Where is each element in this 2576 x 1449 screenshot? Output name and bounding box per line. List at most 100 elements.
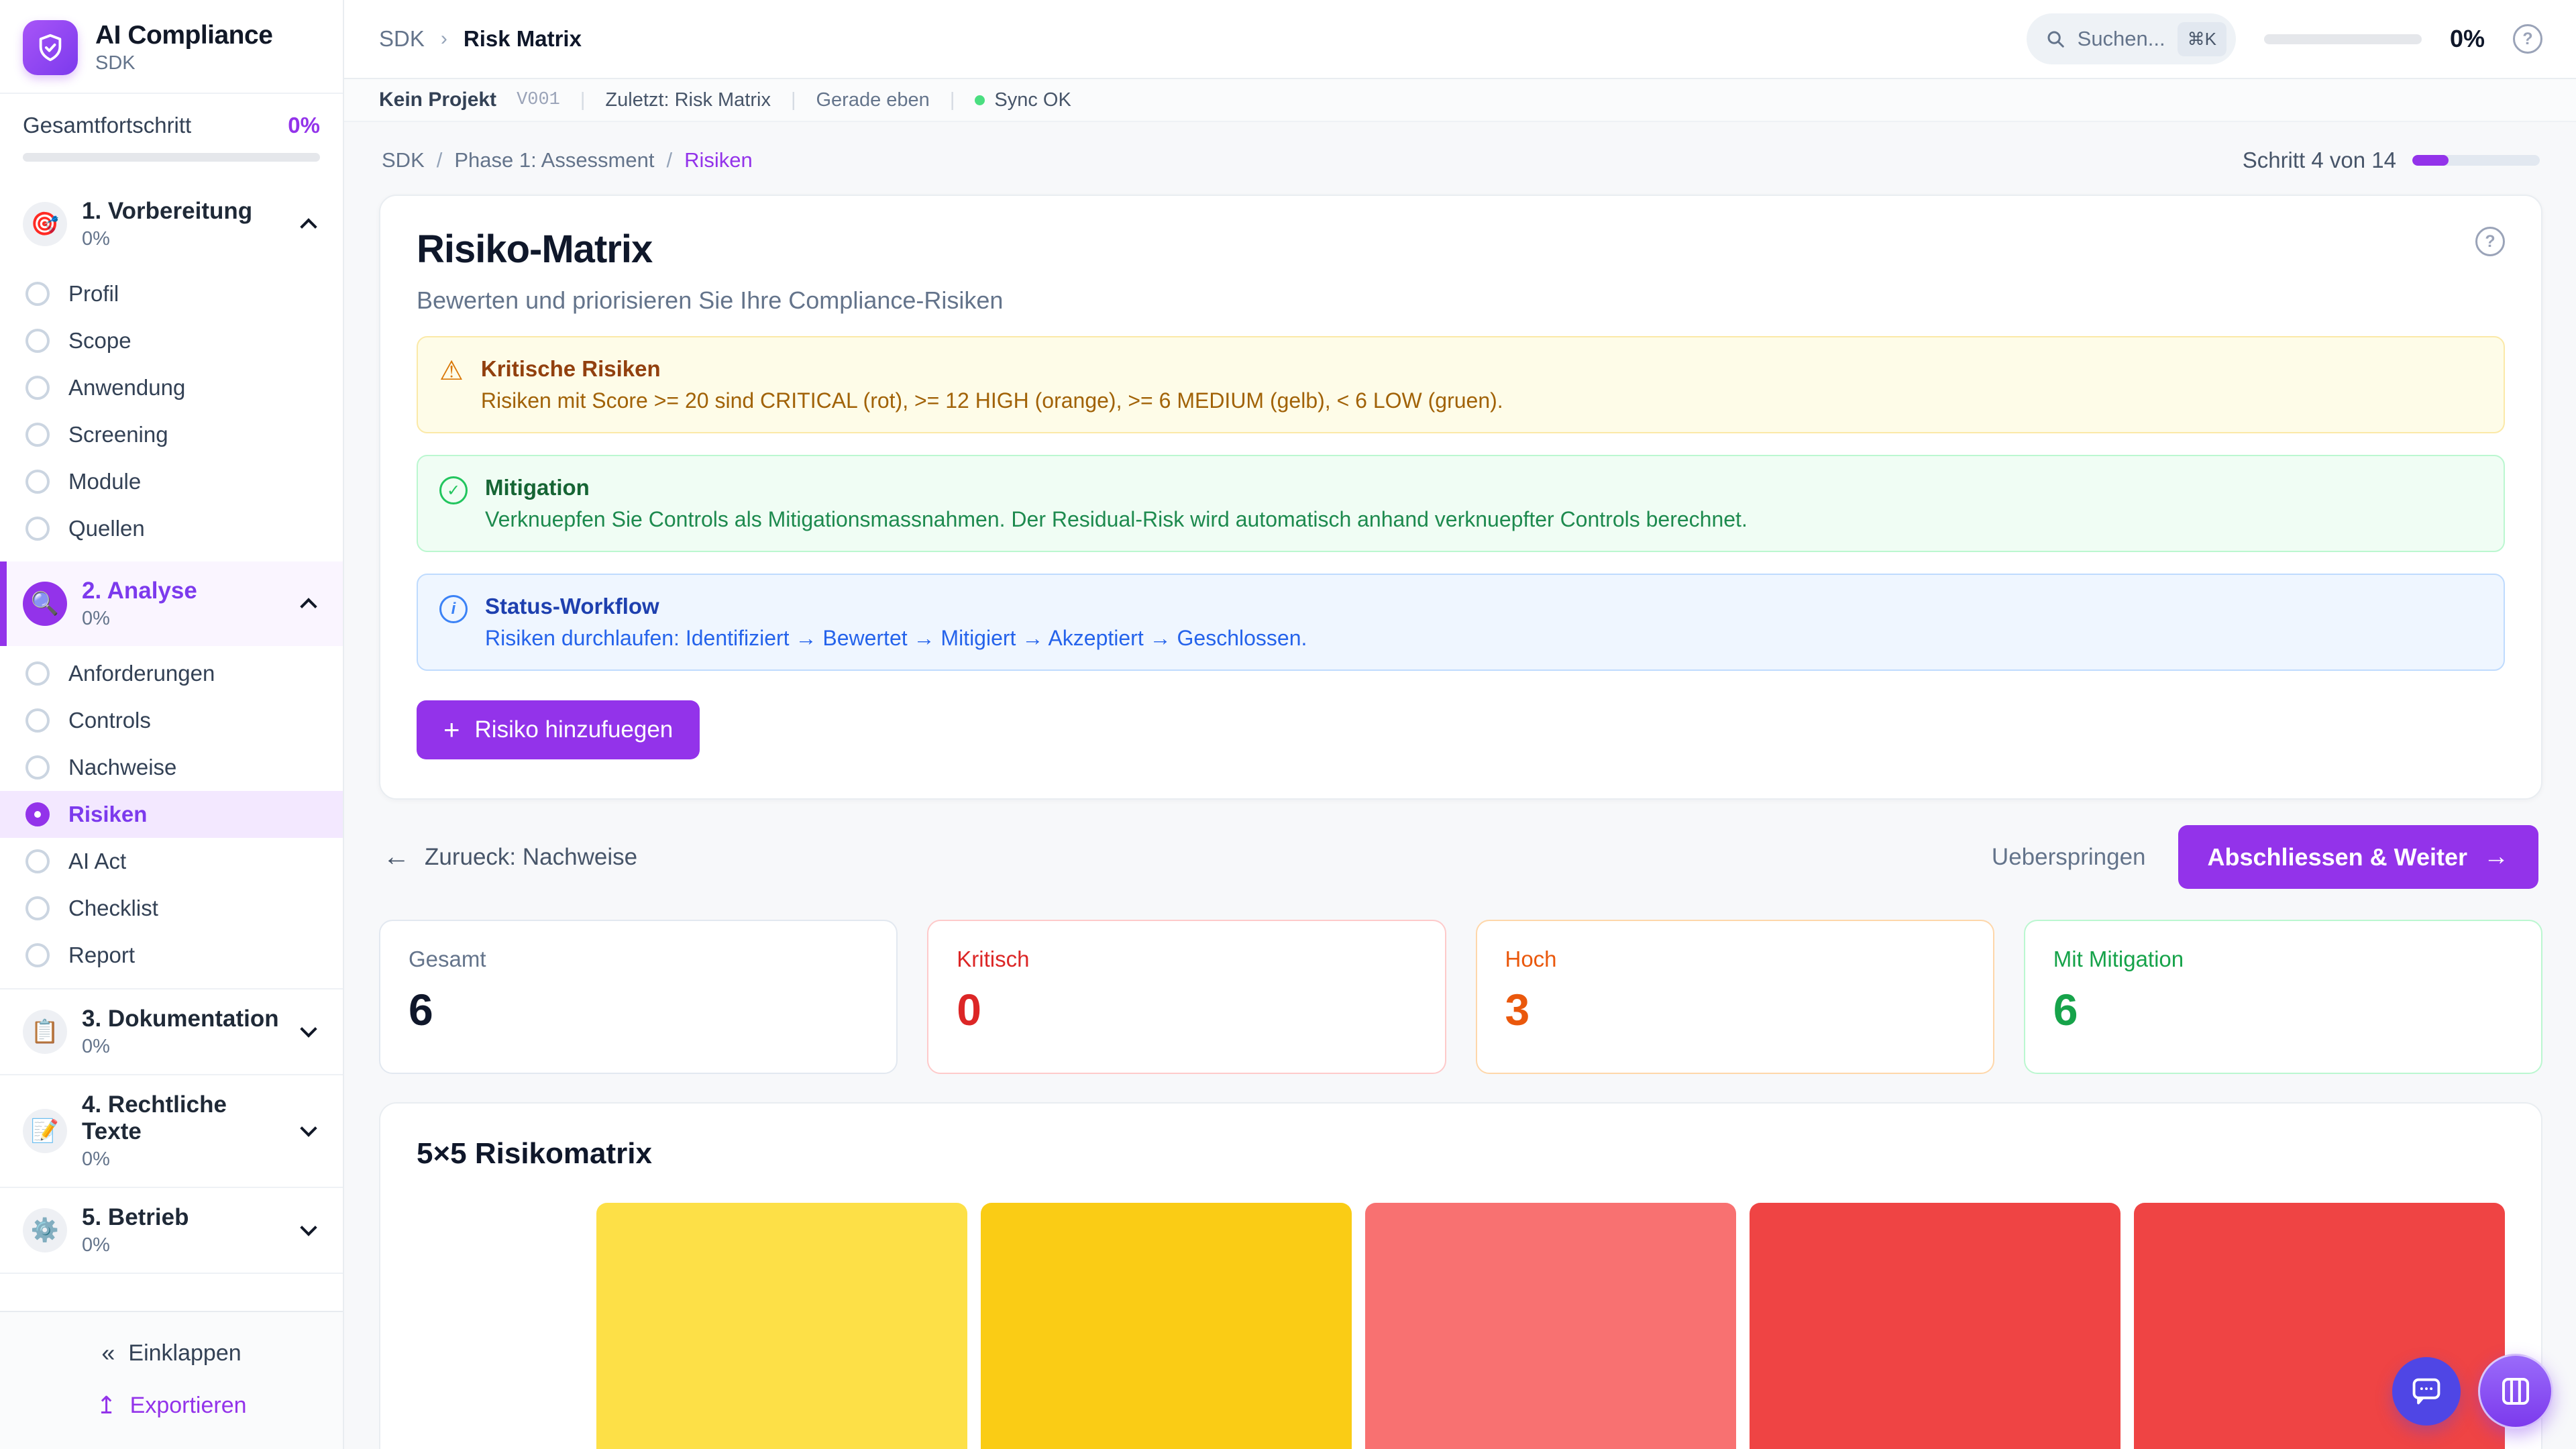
chevron-down-icon[interactable]	[300, 1120, 317, 1136]
statusbar: Kein Projekt V001 | Zuletzt: Risk Matrix…	[344, 79, 2576, 122]
export-button[interactable]: ↥ Exportieren	[96, 1391, 246, 1419]
section-pct: 0%	[82, 228, 288, 250]
stat-label: Kritisch	[957, 947, 1416, 972]
divider: |	[791, 89, 796, 111]
sidebar-item-controls[interactable]: Controls	[0, 697, 343, 744]
sidebar-item-label: AI Act	[68, 849, 126, 874]
sidebar-item-anforderungen[interactable]: Anforderungen	[0, 650, 343, 697]
slash-sep: /	[437, 148, 443, 172]
page-crumb-sdk[interactable]: SDK	[382, 148, 425, 172]
app-logo-row: AI Compliance SDK	[0, 0, 343, 93]
sidebar-section-dokumentation: 📋 3. Dokumentation 0%	[0, 988, 343, 1074]
card-help-icon[interactable]: ?	[2475, 227, 2505, 256]
radio-selected-icon	[25, 802, 50, 826]
sidebar-item-label: Anforderungen	[68, 661, 215, 686]
back-label: Zurueck: Nachweise	[425, 844, 637, 871]
section-header-analyse[interactable]: 🔍 2. Analyse 0%	[0, 561, 343, 646]
stat-card-gesamt: Gesamt 6	[379, 920, 898, 1074]
last-step-text: Zuletzt: Risk Matrix	[605, 89, 771, 111]
add-risk-label: Risiko hinzufuegen	[475, 716, 674, 743]
chevron-down-icon[interactable]	[300, 1020, 317, 1037]
stat-card-mit-mitigation: Mit Mitigation 6	[2024, 920, 2542, 1074]
sidebar-item-risiken[interactable]: Risiken	[0, 791, 343, 838]
add-risk-button[interactable]: + Risiko hinzufuegen	[417, 700, 700, 759]
matrix-cell[interactable]	[981, 1203, 1352, 1449]
section-header-dokumentation[interactable]: 📋 3. Dokumentation 0%	[0, 989, 343, 1074]
overall-progress: Gesamtfortschritt 0%	[0, 93, 343, 179]
sidebar-item-scope[interactable]: Scope	[0, 317, 343, 364]
main-column: SDK › Risk Matrix Suchen... ⌘K 0% ?	[344, 0, 2576, 1449]
stat-card-hoch: Hoch 3	[1476, 920, 1994, 1074]
collapse-sidebar-button[interactable]: « Einklappen	[101, 1339, 241, 1367]
keyboard-shortcut-badge: ⌘K	[2178, 22, 2226, 56]
page-crumb-phase[interactable]: Phase 1: Assessment	[454, 148, 654, 172]
sidebar-item-ai-act[interactable]: AI Act	[0, 838, 343, 885]
sidebar-item-anwendung[interactable]: Anwendung	[0, 364, 343, 411]
chevron-down-icon[interactable]	[300, 1219, 317, 1236]
sidebar-item-label: Scope	[68, 328, 131, 354]
section-header-vorbereitung[interactable]: 🎯 1. Vorbereitung 0%	[0, 182, 343, 266]
chevron-up-icon[interactable]	[300, 598, 317, 614]
info-icon: i	[439, 595, 468, 623]
sidebar-item-checklist[interactable]: Checklist	[0, 885, 343, 932]
sidebar-section-vorbereitung: 🎯 1. Vorbereitung 0% Profil Scope	[0, 182, 343, 561]
sidebar-item-label: Anwendung	[68, 375, 185, 400]
risk-matrix-grid-card: 5×5 Risikomatrix	[379, 1102, 2542, 1449]
radio-icon	[25, 517, 50, 541]
sidebar-item-quellen[interactable]: Quellen	[0, 505, 343, 552]
section-title: 4. Rechtliche Texte	[82, 1091, 288, 1145]
notice-title: Kritische Risiken	[481, 356, 1503, 382]
back-button[interactable]: ← Zurueck: Nachweise	[383, 842, 637, 872]
matrix-cell[interactable]	[596, 1203, 967, 1449]
stats-row: Gesamt 6 Kritisch 0 Hoch 3 Mit Mitigatio…	[379, 920, 2542, 1074]
breadcrumb-root[interactable]: SDK	[379, 26, 425, 52]
chevron-sep-icon: ›	[441, 28, 447, 50]
complete-continue-label: Abschliessen & Weiter	[2208, 843, 2467, 871]
export-label: Exportieren	[130, 1393, 247, 1419]
sidebar-section-analyse: 🔍 2. Analyse 0% Anforderungen Controls	[0, 561, 343, 988]
section-pct: 0%	[82, 1036, 288, 1058]
warning-icon: ⚠	[439, 358, 464, 384]
section-header-betrieb[interactable]: ⚙️ 5. Betrieb 0%	[0, 1188, 343, 1273]
slash-sep: /	[666, 148, 672, 172]
matrix-row	[417, 1203, 2505, 1449]
sidebar-item-nachweise[interactable]: Nachweise	[0, 744, 343, 791]
sidebar-item-label: Nachweise	[68, 755, 176, 780]
arrow-left-icon: ←	[383, 842, 410, 872]
sidebar-item-report[interactable]: Report	[0, 932, 343, 979]
sidebar-item-module[interactable]: Module	[0, 458, 343, 505]
export-icon: ↥	[96, 1391, 116, 1419]
clipboard-icon: 📋	[23, 1010, 67, 1054]
chevron-up-icon[interactable]	[300, 218, 317, 235]
section-header-rechtliche-texte[interactable]: 📝 4. Rechtliche Texte 0%	[0, 1075, 343, 1187]
sidebar-item-label: Quellen	[68, 516, 145, 541]
stat-label: Hoch	[1505, 947, 1965, 972]
breadcrumb: SDK › Risk Matrix	[379, 26, 582, 52]
sidebar-item-label: Checklist	[68, 896, 158, 921]
complete-continue-button[interactable]: Abschliessen & Weiter →	[2178, 825, 2538, 889]
stat-value: 6	[409, 984, 868, 1035]
sidebar-item-label: Controls	[68, 708, 151, 733]
divider: |	[580, 89, 586, 111]
columns-panel-button[interactable]	[2478, 1354, 2553, 1429]
matrix-cell[interactable]	[1750, 1203, 2121, 1449]
sidebar-nav: 🎯 1. Vorbereitung 0% Profil Scope	[0, 179, 343, 1311]
chat-button[interactable]	[2392, 1357, 2461, 1426]
divider: |	[950, 89, 955, 111]
stat-card-kritisch: Kritisch 0	[927, 920, 1446, 1074]
sidebar-item-label: Risiken	[68, 802, 147, 827]
matrix-cell[interactable]	[1365, 1203, 1736, 1449]
skip-button[interactable]: Ueberspringen	[1992, 844, 2146, 871]
radio-icon	[25, 329, 50, 353]
notice-critical-risks: ⚠ Kritische Risiken Risiken mit Score >=…	[417, 336, 2505, 433]
magnifier-icon: 🔍	[23, 582, 67, 626]
search-input[interactable]: Suchen... ⌘K	[2027, 13, 2236, 64]
matrix-heading: 5×5 Risikomatrix	[417, 1137, 2505, 1171]
section-pct: 0%	[82, 1148, 288, 1171]
notice-body: Verknuepfen Sie Controls als Mitigations…	[485, 507, 1748, 532]
help-icon[interactable]: ?	[2513, 24, 2542, 54]
collapse-icon: «	[101, 1339, 115, 1367]
step-progress-fill	[2412, 155, 2449, 166]
sidebar-item-profil[interactable]: Profil	[0, 270, 343, 317]
sidebar-item-screening[interactable]: Screening	[0, 411, 343, 458]
